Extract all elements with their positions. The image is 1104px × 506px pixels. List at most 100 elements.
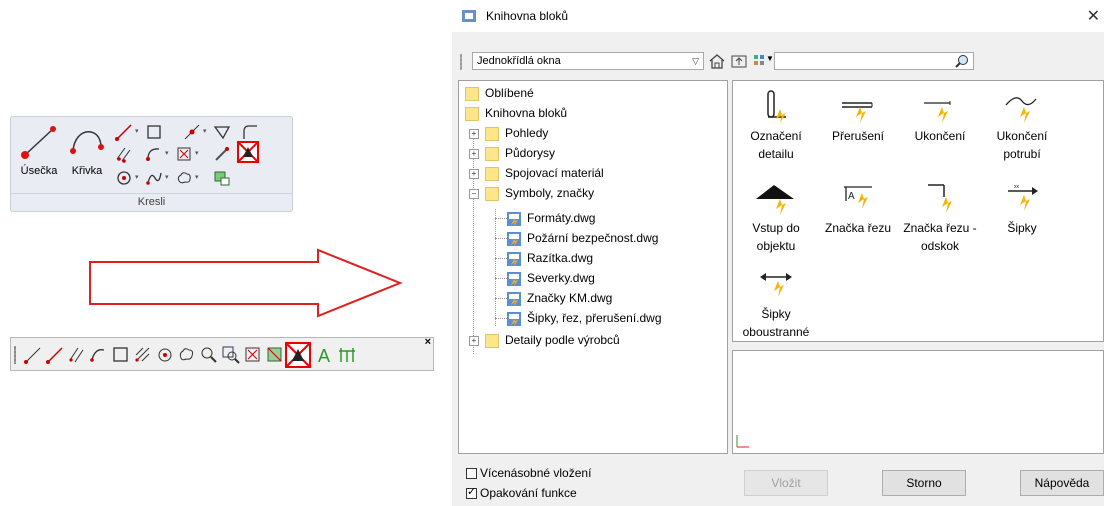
chevron-down-icon[interactable]: ▾ — [135, 173, 139, 181]
cloud-icon[interactable] — [175, 169, 193, 187]
arrows-icon: xx — [1008, 184, 1038, 211]
home-icon[interactable] — [708, 52, 726, 70]
circle-target-icon[interactable] — [115, 169, 133, 187]
line-icon — [21, 126, 56, 159]
expand-icon[interactable]: + — [469, 128, 479, 139]
checkbox-box[interactable] — [466, 485, 477, 499]
fillet-icon[interactable] — [241, 123, 259, 141]
tree-item-dwg[interactable]: Razítka.dwg — [507, 248, 593, 268]
parallel-lines-icon[interactable] — [67, 345, 87, 365]
toolbar-grip[interactable] — [14, 346, 16, 364]
polygon-icon[interactable] — [213, 123, 231, 141]
block-item[interactable]: A Značka řezu — [817, 181, 899, 237]
tree-item-dwg[interactable]: Značky KM.dwg — [507, 288, 612, 308]
block-label: odskok — [920, 239, 960, 253]
cloud-icon[interactable] — [177, 345, 197, 365]
tree-item-floorplans[interactable]: + Půdorysy — [469, 143, 555, 163]
tree-item-views[interactable]: + Pohledy — [469, 123, 548, 143]
block-label: Značka řezu - — [903, 221, 977, 235]
multi-insert-checkbox[interactable]: Vícenásobné vložení — [466, 466, 591, 480]
search-icon[interactable] — [955, 54, 969, 68]
hatch-icon[interactable] — [133, 345, 153, 365]
tree-item-label: Razítka.dwg — [527, 251, 594, 265]
line-tool[interactable]: Úsečka — [13, 121, 65, 177]
block-tree[interactable]: Oblíbené Knihovna bloků + Pohledy + Půdory… — [458, 80, 728, 454]
tree-item-label: Požární bezpečnost.dwg — [527, 231, 659, 245]
block-item[interactable]: Ukončení — [899, 89, 981, 145]
tree-item-manufacturers[interactable]: + Detaily podle výrobců — [469, 330, 620, 350]
category-select[interactable]: Jednokřídlá okna ▽ — [472, 52, 704, 70]
checkbox-box[interactable] — [466, 468, 477, 479]
double-arrows-icon — [760, 273, 792, 297]
tree-item-dwg[interactable]: Požární bezpečnost.dwg — [507, 228, 658, 248]
tree-item-favorites[interactable]: Oblíbené — [465, 83, 534, 103]
tree-item-dwg[interactable]: Severky.dwg — [507, 268, 595, 288]
block-item[interactable]: Vstup do objektu — [735, 181, 817, 255]
block-item[interactable]: xx Šipky — [981, 181, 1063, 237]
rectangle-icon[interactable] — [145, 123, 163, 141]
chevron-down-icon[interactable]: ▾ — [165, 149, 169, 157]
chevron-down-icon[interactable]: ▾ — [135, 127, 139, 135]
tree-connector — [495, 238, 507, 239]
chevron-down-icon[interactable]: ▾ — [165, 173, 169, 181]
block-item[interactable]: Ukončení potrubí — [981, 89, 1063, 163]
folder-up-icon[interactable] — [730, 52, 748, 70]
repeat-function-checkbox[interactable]: Opakování funkce — [466, 485, 577, 500]
rectangle-icon[interactable] — [111, 345, 131, 365]
line-icon[interactable] — [23, 345, 43, 365]
chevron-down-icon[interactable]: ▾ — [195, 149, 199, 157]
collapse-icon[interactable]: − — [469, 188, 479, 199]
help-button[interactable]: Nápověda — [1020, 470, 1104, 496]
chevron-down-icon[interactable]: ▼ — [766, 54, 774, 63]
expand-icon[interactable]: + — [469, 148, 479, 159]
block-item[interactable]: Značka řezu - odskok — [899, 181, 981, 255]
circle-target-icon[interactable] — [155, 345, 175, 365]
parallel-lines-icon[interactable] — [115, 145, 133, 163]
symbol-tool-icon[interactable] — [285, 342, 311, 368]
insert-button[interactable]: Vložit — [744, 470, 828, 496]
tree-item-label: Pohledy — [505, 126, 549, 140]
curve-icon[interactable] — [89, 345, 109, 365]
construction-line-icon[interactable] — [183, 123, 201, 141]
tree-item-dwg[interactable]: Formáty.dwg — [507, 208, 595, 228]
spline-icon[interactable] — [145, 169, 163, 187]
pen-icon[interactable] — [213, 145, 231, 163]
tree-item-dwg-selected[interactable]: Šipky, řez, přerušení.dwg — [507, 308, 662, 328]
dwg-file-icon — [507, 251, 521, 266]
close-icon[interactable]: × — [425, 336, 431, 348]
dimension-icon[interactable] — [337, 345, 357, 365]
hatch-box-icon[interactable] — [243, 345, 263, 365]
close-icon[interactable]: ✕ — [1087, 6, 1100, 26]
chevron-down-icon[interactable]: ▽ — [692, 53, 699, 69]
tree-item-label: Půdorysy — [505, 146, 556, 160]
block-view[interactable] — [732, 350, 1104, 454]
polyline-icon[interactable] — [45, 345, 65, 365]
expand-icon[interactable]: + — [469, 168, 479, 179]
block-item[interactable]: Označení detailu — [735, 89, 817, 163]
hatch-box-icon[interactable] — [175, 145, 193, 163]
arc-icon[interactable] — [145, 145, 163, 163]
symbol-tool-icon[interactable] — [237, 141, 259, 163]
cancel-button[interactable]: Storno — [882, 470, 966, 496]
fill-icon[interactable] — [265, 345, 285, 365]
curve-tool[interactable]: Křivka — [61, 121, 113, 177]
tree-item-library[interactable]: Knihovna bloků — [465, 103, 567, 123]
tree-item-label: Severky.dwg — [527, 271, 595, 285]
block-insert-icon[interactable] — [213, 169, 231, 187]
polyline-icon[interactable] — [115, 123, 133, 141]
tree-item-fasteners[interactable]: + Spojovací materiál — [469, 163, 604, 183]
folder-icon — [485, 186, 499, 201]
chevron-down-icon[interactable]: ▾ — [195, 173, 199, 181]
block-preview-grid[interactable]: Označení detailu Přerušení Ukončení Ukon… — [732, 80, 1104, 342]
zoom-window-icon[interactable] — [199, 345, 219, 365]
text-icon[interactable]: A — [315, 345, 335, 365]
search-input[interactable] — [774, 52, 974, 70]
block-item[interactable]: Šipky oboustranné — [735, 267, 817, 341]
chevron-down-icon[interactable]: ▾ — [203, 127, 207, 135]
expand-icon[interactable]: + — [469, 335, 479, 346]
block-item[interactable]: Přerušení — [817, 89, 899, 145]
section-mark-icon: A — [844, 186, 872, 209]
block-label: Vstup do — [752, 221, 800, 235]
zoom-object-icon[interactable] — [221, 345, 241, 365]
tree-item-symbols[interactable]: − Symboly, značky — [469, 183, 594, 203]
